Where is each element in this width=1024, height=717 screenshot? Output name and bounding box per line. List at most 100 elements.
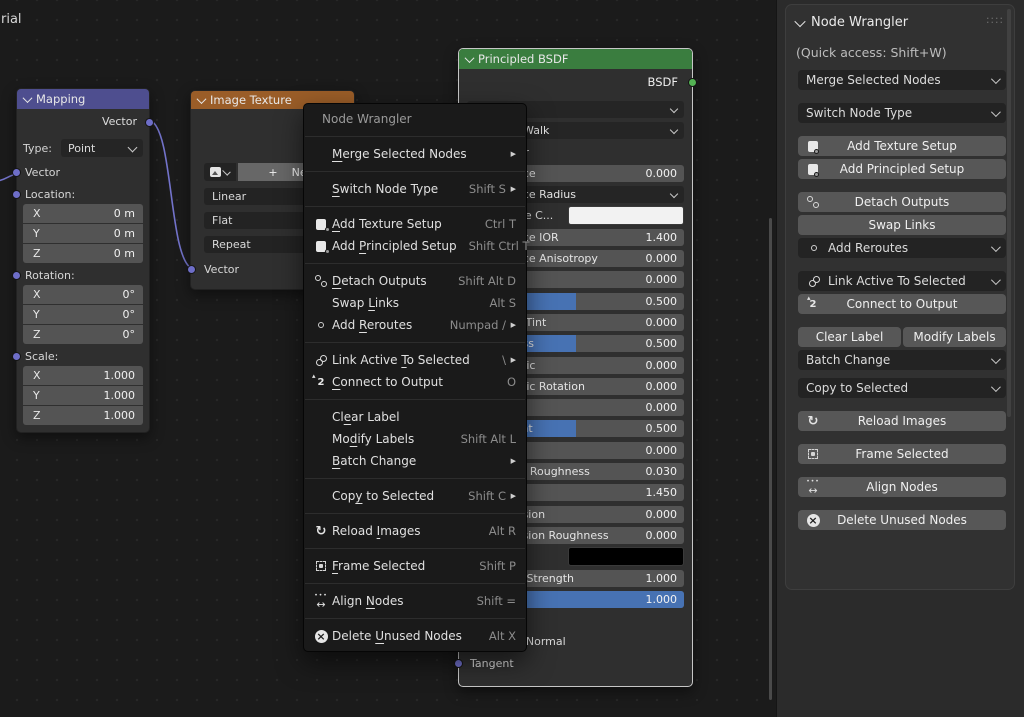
mapping-row[interactable]: 1.000 X 1.000 bbox=[23, 366, 143, 385]
menu-item[interactable]: Align Nodes Align Nodes Shift = bbox=[304, 590, 526, 612]
menu-item[interactable]: Add Reroutes Add Reroutes Numpad / bbox=[304, 314, 526, 336]
type-dropdown[interactable]: Point bbox=[61, 139, 143, 157]
panel-grip-icon[interactable] bbox=[986, 20, 1004, 25]
menu-item[interactable]: Reload Images Reload Images Alt R bbox=[304, 520, 526, 542]
sidebar-widget[interactable] bbox=[798, 398, 1006, 408]
menu-item[interactable]: Node Wrangler Node Wrangler bbox=[304, 108, 526, 130]
menu-item[interactable] bbox=[304, 130, 526, 143]
sidebar-widget[interactable] bbox=[798, 314, 1006, 324]
menu-item[interactable] bbox=[304, 200, 526, 213]
sidebar-widget[interactable]: Detach Outputs bbox=[798, 192, 1006, 212]
input-socket[interactable] bbox=[12, 190, 21, 199]
image-browse-dropdown[interactable] bbox=[204, 163, 236, 181]
mapping-row[interactable]: 0° X 0° bbox=[23, 285, 143, 304]
menu-item[interactable]: Detach Outputs Detach Outputs Shift Alt … bbox=[304, 270, 526, 292]
menu-item[interactable]: Batch Change Batch Change bbox=[304, 450, 526, 472]
sidebar-widget[interactable]: Link Active To Selected bbox=[798, 271, 1006, 291]
sidebar-widget[interactable]: Connect to Output bbox=[798, 294, 1006, 314]
menu-item[interactable] bbox=[304, 257, 526, 270]
panel-header[interactable]: Node Wrangler bbox=[786, 5, 1014, 30]
menu-item[interactable]: Link Active To Selected Link Active To S… bbox=[304, 349, 526, 371]
sidebar-widget[interactable] bbox=[798, 123, 1006, 133]
sidebar-widget[interactable] bbox=[798, 370, 1006, 375]
mapping-row[interactable]: Location: bbox=[23, 185, 143, 204]
menu-item[interactable] bbox=[304, 507, 526, 520]
value-field[interactable]: X 0° bbox=[23, 285, 143, 304]
sidebar-widget[interactable] bbox=[798, 497, 1006, 507]
value-field[interactable]: X 1.000 bbox=[23, 366, 143, 385]
sidebar-widget[interactable]: Swap Links bbox=[798, 215, 1006, 235]
input-socket[interactable] bbox=[12, 168, 21, 177]
mapping-row[interactable]: Type: Point Point bbox=[23, 139, 143, 157]
value-field[interactable]: Z 0° bbox=[23, 325, 143, 344]
sidebar-widget[interactable]: Reload Images bbox=[798, 411, 1006, 431]
mapping-row[interactable]: Rotation: bbox=[23, 266, 143, 285]
menu-item[interactable]: Modify Labels Modify Labels Shift Alt L bbox=[304, 428, 526, 450]
menu-item[interactable] bbox=[304, 612, 526, 625]
menu-item[interactable]: Frame Selected Frame Selected Shift P bbox=[304, 555, 526, 577]
sidebar-widget[interactable]: Switch Node Type bbox=[798, 103, 1006, 123]
collapse-chevron-icon[interactable] bbox=[23, 93, 33, 103]
mapping-row[interactable]: 0 m Z 0 m bbox=[23, 244, 143, 263]
menu-item[interactable]: Copy to Selected Copy to Selected Shift … bbox=[304, 485, 526, 507]
sidebar-widget[interactable]: Copy to Selected bbox=[798, 378, 1006, 398]
sidebar-widget[interactable]: Add Principled Setup bbox=[798, 159, 1006, 179]
menu-item[interactable] bbox=[304, 577, 526, 590]
vector-input-socket[interactable] bbox=[187, 265, 196, 274]
principled-input-row[interactable]: Tangent Tangent bbox=[467, 655, 684, 672]
mapping-row[interactable]: Scale: bbox=[23, 347, 143, 366]
mapping-node[interactable]: Mapping Vector Type: Point bbox=[16, 88, 150, 433]
mapping-node-header[interactable]: Mapping bbox=[17, 89, 149, 109]
split-right-button[interactable]: Modify Labels bbox=[903, 327, 1006, 347]
mapping-row[interactable]: 1.000 Y 1.000 bbox=[23, 386, 143, 405]
sidebar-widget[interactable] bbox=[798, 258, 1006, 268]
sidebar-widget[interactable]: Clear Label Modify Labels bbox=[798, 327, 1006, 347]
sidebar-widget[interactable] bbox=[798, 179, 1006, 189]
input-socket[interactable] bbox=[12, 352, 21, 361]
sidebar-widget[interactable] bbox=[798, 464, 1006, 474]
sidebar-widget[interactable]: Add Reroutes bbox=[798, 238, 1006, 258]
value-field[interactable]: Z 0 m bbox=[23, 244, 143, 263]
mapping-row[interactable]: 1.000 Z 1.000 bbox=[23, 406, 143, 425]
menu-item[interactable]: Clear Label Clear Label bbox=[304, 406, 526, 428]
menu-item[interactable]: Delete Unused Nodes Delete Unused Nodes … bbox=[304, 625, 526, 647]
sidebar-widget[interactable]: Batch Change bbox=[798, 350, 1006, 370]
mapping-row[interactable]: 0 m X 0 m bbox=[23, 204, 143, 223]
sidebar-widget[interactable] bbox=[798, 90, 1006, 100]
menu-item[interactable] bbox=[304, 336, 526, 349]
sidebar-scrollbar[interactable] bbox=[1007, 9, 1011, 417]
editor-scrollbar[interactable] bbox=[769, 218, 772, 700]
menu-item[interactable]: Add Texture Setup Add Texture Setup Ctrl… bbox=[304, 213, 526, 235]
value-field[interactable]: X 0 m bbox=[23, 204, 143, 223]
menu-item[interactable] bbox=[304, 165, 526, 178]
sidebar-widget[interactable]: Merge Selected Nodes bbox=[798, 70, 1006, 90]
value-field[interactable]: Z 1.000 bbox=[23, 406, 143, 425]
menu-item[interactable]: Connect to Output Connect to Output O bbox=[304, 371, 526, 393]
menu-item[interactable]: Switch Node Type Switch Node Type Shift … bbox=[304, 178, 526, 200]
menu-item[interactable] bbox=[304, 472, 526, 485]
menu-item[interactable]: Merge Selected Nodes Merge Selected Node… bbox=[304, 143, 526, 165]
sidebar-widget[interactable]: Add Texture Setup bbox=[798, 136, 1006, 156]
collapse-chevron-icon[interactable] bbox=[794, 15, 805, 26]
input-socket[interactable] bbox=[454, 659, 463, 668]
principled-node-header[interactable]: Principled BSDF bbox=[459, 49, 692, 69]
input-widget[interactable]: Subsurface C... bbox=[568, 206, 684, 225]
split-left-button[interactable]: Clear Label bbox=[798, 327, 901, 347]
menu-item[interactable]: Swap Links Swap Links Alt S bbox=[304, 292, 526, 314]
bsdf-output-socket[interactable] bbox=[688, 78, 697, 87]
value-field[interactable]: Y 0 m bbox=[23, 224, 143, 243]
mapping-row[interactable]: 0° Z 0° bbox=[23, 325, 143, 344]
value-field[interactable]: Y 1.000 bbox=[23, 386, 143, 405]
value-field[interactable]: Y 0° bbox=[23, 305, 143, 324]
collapse-chevron-icon[interactable] bbox=[197, 94, 207, 104]
mapping-row[interactable]: 0 m Y 0 m bbox=[23, 224, 143, 243]
menu-item[interactable]: Add Principled Setup Add Principled Setu… bbox=[304, 235, 526, 257]
input-socket[interactable] bbox=[12, 271, 21, 280]
mapping-row[interactable]: Vector bbox=[23, 162, 143, 182]
vector-output-socket[interactable] bbox=[145, 118, 154, 127]
menu-item[interactable] bbox=[304, 393, 526, 406]
mapping-row[interactable]: 0° Y 0° bbox=[23, 305, 143, 324]
menu-item[interactable] bbox=[304, 542, 526, 555]
input-widget[interactable]: Emission bbox=[568, 547, 684, 566]
node-editor-canvas[interactable]: rial Mapping Vector Type: bbox=[0, 0, 776, 717]
